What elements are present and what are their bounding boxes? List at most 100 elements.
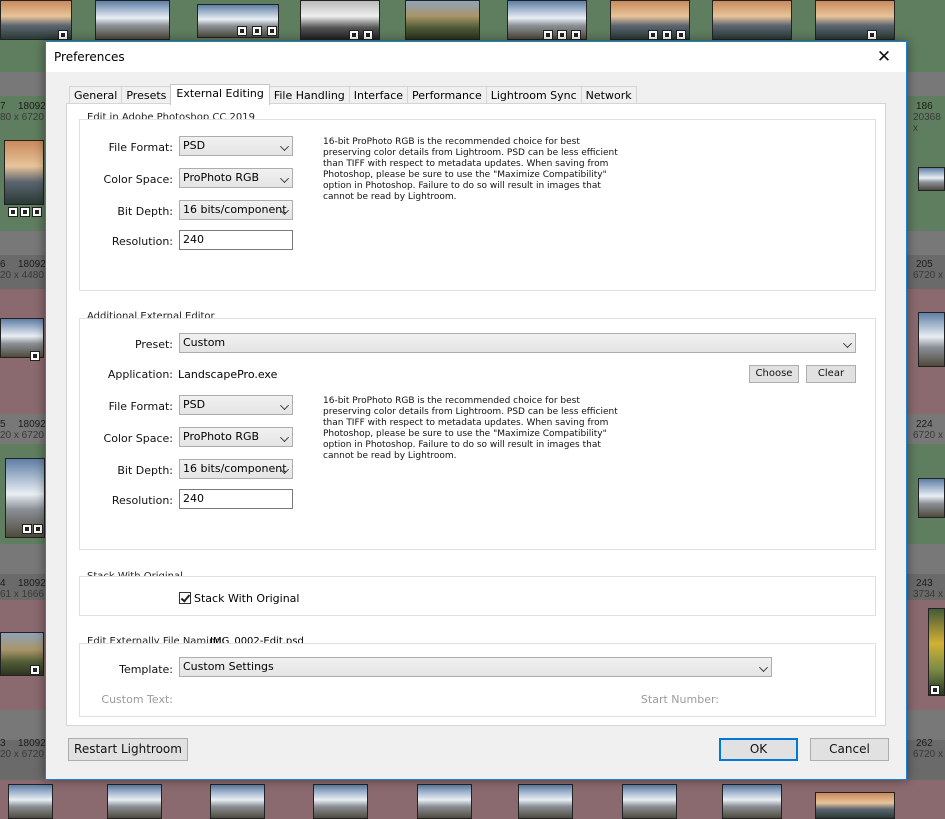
metadata-badge-icon [867, 30, 877, 40]
cell-index: 3 [0, 738, 6, 749]
photo-thumbnail[interactable] [518, 784, 573, 819]
cell-index: 262 [916, 738, 933, 749]
photo-thumbnail[interactable] [918, 167, 945, 191]
template-dropdown[interactable]: Custom Settings [179, 657, 772, 677]
photo-thumbnail[interactable] [815, 792, 895, 819]
resolution-input[interactable]: 240 [179, 230, 293, 250]
bit-depth-label: Bit Depth: [117, 464, 173, 477]
cell-dimensions: 6720 x [913, 270, 944, 281]
photo-thumbnail[interactable] [95, 0, 170, 40]
restart-lightroom-button[interactable]: Restart Lightroom [68, 738, 188, 761]
custom-text-label: Custom Text: [101, 693, 173, 706]
start-number-label: Start Number: [640, 693, 719, 706]
tab-file-handling[interactable]: File Handling [268, 86, 350, 104]
dialog-title: Preferences [54, 50, 125, 64]
photo-thumbnail[interactable] [622, 784, 677, 819]
bit-depth-value: 16 bits/component [183, 462, 287, 475]
application-label: Application: [107, 368, 173, 381]
photo-thumbnail[interactable] [313, 784, 368, 819]
metadata-badge-icon [543, 30, 553, 40]
tab-network[interactable]: Network [580, 86, 637, 104]
cell-dimensions: 6720 x [913, 749, 944, 760]
photoshop-recommendation-note: 16-bit ProPhoto RGB is the recommended c… [323, 137, 618, 202]
photo-thumbnail[interactable] [918, 312, 945, 367]
photo-thumbnail[interactable] [4, 140, 44, 205]
cell-dimensions: 20 x 4480 [0, 270, 44, 281]
color-space-value: ProPhoto RGB [183, 171, 260, 184]
cell-index: 4 [0, 578, 6, 589]
preferences-dialog: Preferences ✕ General Presets External E… [45, 41, 907, 780]
photo-thumbnail[interactable] [928, 608, 945, 696]
metadata-badge-icon [30, 665, 40, 675]
metadata-badge-icon [8, 207, 18, 217]
file-format-dropdown[interactable]: PSD [179, 395, 293, 415]
clear-button[interactable]: Clear [806, 365, 856, 383]
crop-badge-icon [571, 30, 581, 40]
photo-thumbnail[interactable] [8, 784, 53, 819]
resolution-label: Resolution: [111, 494, 173, 507]
stack-with-original-label[interactable]: Stack With Original [194, 592, 299, 605]
cell-index: 186 [916, 101, 933, 112]
photo-thumbnail[interactable] [210, 784, 265, 819]
collection-badge-icon [557, 30, 567, 40]
title-bar[interactable]: Preferences ✕ [46, 42, 906, 72]
cell-index: 6 [0, 259, 6, 270]
color-space-value: ProPhoto RGB [183, 430, 260, 443]
stack-with-original-checkbox[interactable] [179, 592, 191, 604]
collection-badge-icon [662, 30, 672, 40]
cell-index: 5 [0, 419, 6, 430]
cell-index: 224 [916, 419, 933, 430]
tab-presets[interactable]: Presets [121, 86, 172, 104]
collection-badge-icon [20, 207, 30, 217]
crop-badge-icon [267, 26, 277, 36]
additional-recommendation-note: 16-bit ProPhoto RGB is the recommended c… [323, 396, 618, 461]
photo-thumbnail[interactable] [417, 784, 472, 819]
color-space-dropdown[interactable]: ProPhoto RGB [179, 427, 293, 447]
photo-thumbnail[interactable] [405, 0, 480, 40]
tab-external-editing[interactable]: External Editing [170, 84, 270, 105]
metadata-badge-icon [349, 30, 359, 40]
chevron-down-icon [280, 142, 289, 151]
cell-dimensions: 61 x 1666 [0, 589, 44, 600]
cell-header [907, 710, 945, 740]
tab-strip: General Presets External Editing File Ha… [69, 84, 637, 105]
color-space-dropdown[interactable]: ProPhoto RGB [179, 168, 293, 188]
metadata-badge-icon [237, 26, 247, 36]
file-format-label: File Format: [108, 141, 173, 154]
cell-index: 7 [0, 101, 6, 112]
chevron-down-icon [843, 339, 852, 348]
cell-index: 243 [916, 578, 933, 589]
resolution-input[interactable]: 240 [179, 489, 293, 509]
cell-header [0, 231, 46, 255]
photo-thumbnail[interactable] [918, 478, 945, 518]
photo-thumbnail[interactable] [712, 0, 792, 40]
photo-thumbnail[interactable] [107, 784, 162, 819]
choose-button[interactable]: Choose [749, 365, 799, 383]
cell-dimensions: 3734 x [913, 589, 944, 600]
preset-value: Custom [183, 336, 226, 349]
collection-badge-icon [252, 26, 262, 36]
cell-header [0, 710, 46, 740]
metadata-badge-icon [648, 30, 658, 40]
chevron-down-icon [280, 433, 289, 442]
tab-performance[interactable]: Performance [407, 86, 487, 104]
ok-button[interactable]: OK [719, 738, 798, 761]
tab-general[interactable]: General [69, 86, 123, 104]
file-format-value: PSD [183, 139, 206, 152]
metadata-badge-icon [930, 685, 940, 695]
file-format-dropdown[interactable]: PSD [179, 136, 293, 156]
close-icon: ✕ [876, 47, 892, 66]
preset-dropdown[interactable]: Custom [179, 333, 856, 353]
photo-thumbnail[interactable] [815, 0, 895, 40]
metadata-badge-icon [58, 30, 68, 40]
bit-depth-dropdown[interactable]: 16 bits/component [179, 459, 293, 479]
cancel-button[interactable]: Cancel [810, 738, 889, 761]
photo-thumbnail[interactable] [722, 784, 782, 819]
close-button[interactable]: ✕ [862, 42, 906, 72]
collection-badge-icon [33, 524, 43, 534]
template-value: Custom Settings [183, 660, 274, 673]
chevron-down-icon [280, 174, 289, 183]
tab-lightroom-sync[interactable]: Lightroom Sync [485, 86, 582, 104]
tab-interface[interactable]: Interface [348, 86, 409, 104]
bit-depth-dropdown[interactable]: 16 bits/component [179, 200, 293, 220]
